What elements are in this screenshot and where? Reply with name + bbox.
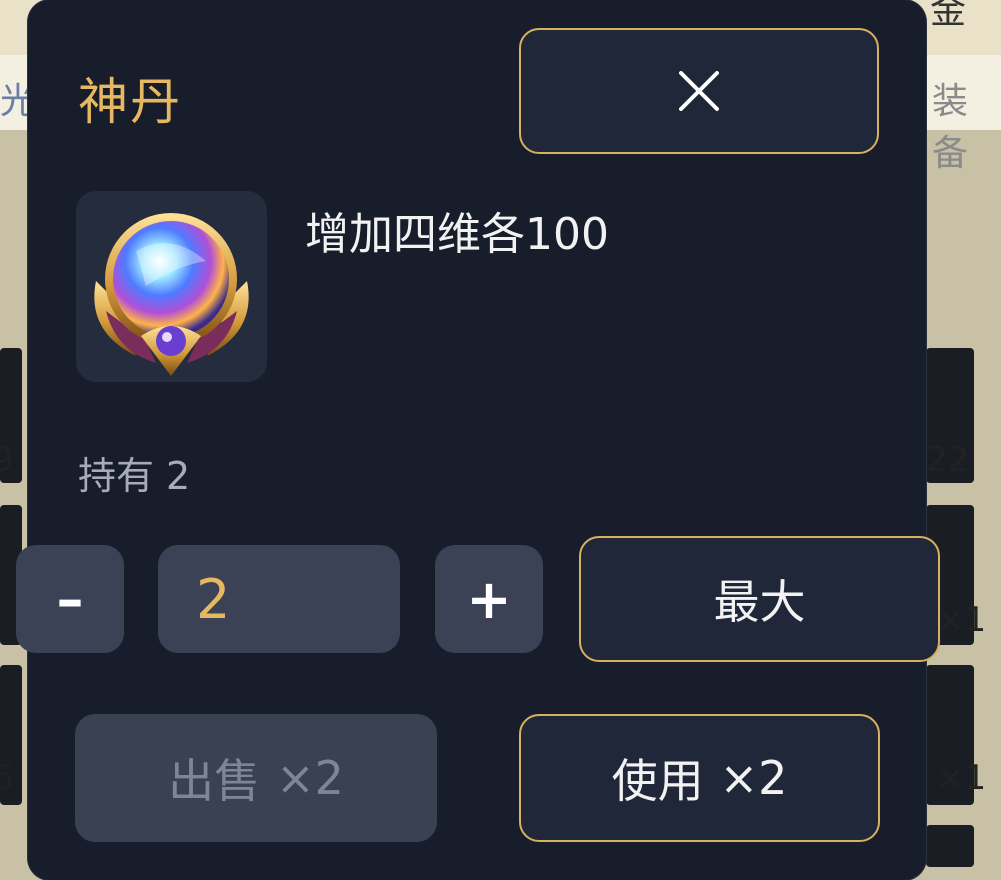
- use-multiplier: ×2: [719, 751, 788, 805]
- background-item-count: 6: [0, 758, 14, 798]
- orb-emblem-icon: [94, 213, 249, 376]
- use-button[interactable]: 使用 ×2: [519, 714, 880, 842]
- item-image: [76, 191, 267, 382]
- owned-count: 持有 2: [78, 445, 190, 500]
- background-item-count: 9: [0, 440, 14, 480]
- close-button[interactable]: [519, 28, 879, 154]
- owned-label: 持有: [78, 454, 155, 498]
- background-item-count: ×1: [936, 600, 987, 640]
- item-title: 神丹: [78, 73, 182, 131]
- use-label: 使用: [611, 754, 704, 808]
- background-item-count: ×1: [936, 758, 987, 798]
- sell-label: 出售: [168, 754, 261, 808]
- sell-multiplier: ×2: [276, 751, 344, 805]
- max-quantity-button[interactable]: 最大: [579, 536, 940, 662]
- owned-value: 2: [166, 454, 191, 498]
- decrement-button[interactable]: –: [16, 545, 124, 653]
- item-description: 增加四维各100: [305, 209, 609, 260]
- background-inventory-cell[interactable]: [926, 825, 974, 867]
- max-label: 最大: [713, 575, 806, 629]
- increment-button[interactable]: +: [435, 545, 543, 653]
- background-top-right-text: 金: [930, 0, 967, 32]
- sell-button[interactable]: 出售 ×2: [75, 714, 437, 842]
- background-item-count: 22: [926, 440, 970, 480]
- close-icon: [679, 71, 719, 111]
- background-right-tab[interactable]: 装备: [932, 72, 1001, 176]
- quantity-input[interactable]: 2: [158, 545, 400, 653]
